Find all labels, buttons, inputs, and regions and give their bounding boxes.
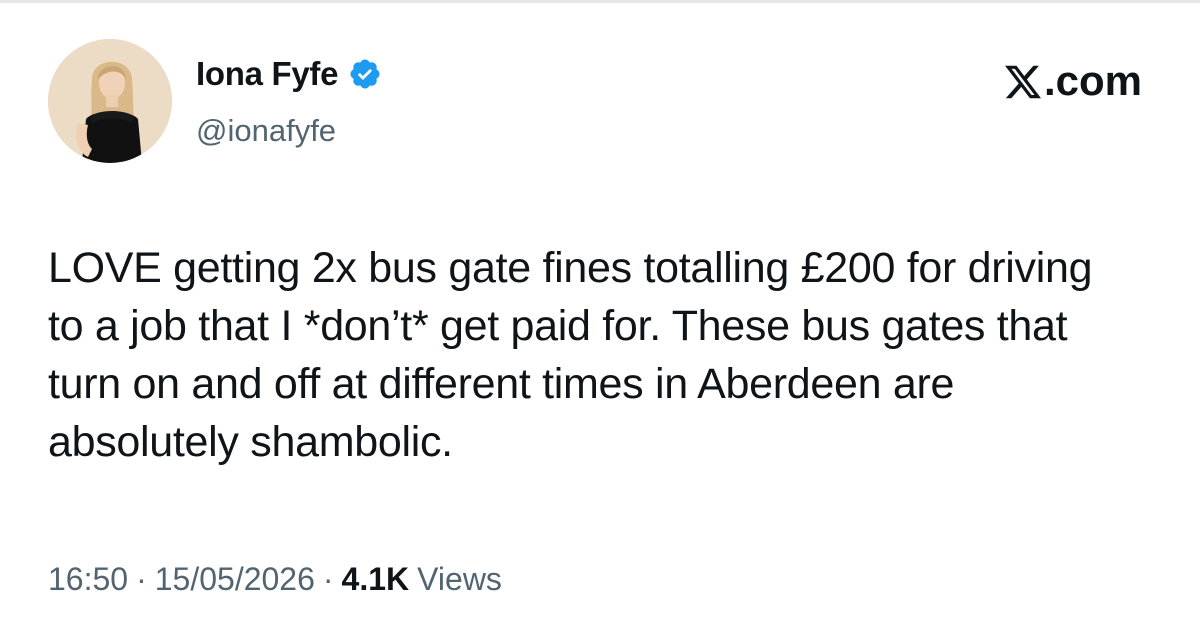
meta-separator: · [136,561,147,597]
tweet-text: LOVE getting 2x bus gate fines totalling… [48,244,1093,466]
avatar-photo [48,39,172,163]
meta-separator: · [322,561,334,597]
brand-watermark: .com [1003,57,1142,105]
tweet-time[interactable]: 16:50 [48,561,128,598]
verified-badge-icon[interactable] [348,57,382,91]
tweet-card: Iona Fyfe @ionafyfe .com LOVE getting 2x… [0,0,1200,640]
views-label: Views [417,561,502,597]
author-display-name[interactable]: Iona Fyfe [196,55,338,93]
brand-label: .com [1043,57,1142,104]
tweet-date[interactable]: 15/05/2026 [155,561,315,598]
x-logo-icon [1005,65,1042,99]
views-count[interactable]: 4.1K [342,561,410,598]
tweet-meta: 16:50 · 15/05/2026 · 4.1K Views [48,561,502,598]
author-name-row: Iona Fyfe [196,55,382,93]
avatar[interactable] [48,39,172,163]
author-handle[interactable]: @ionafyfe [196,113,336,149]
